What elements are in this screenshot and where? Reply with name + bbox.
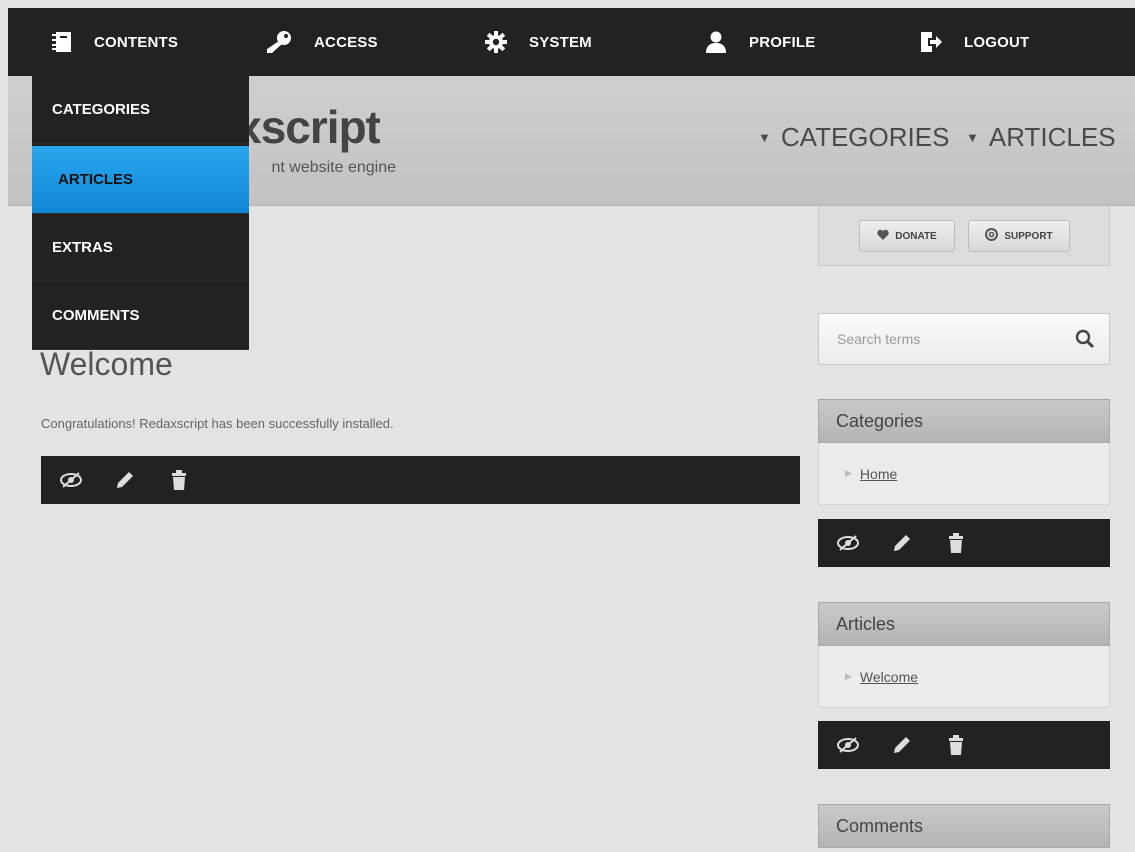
gear-icon bbox=[485, 31, 507, 53]
unpublish-icon[interactable] bbox=[59, 468, 83, 492]
donate-label: DONATE bbox=[895, 230, 937, 242]
comments-box-title: Comments bbox=[818, 804, 1110, 848]
articles-admin-toolbar bbox=[818, 721, 1110, 769]
unpublish-icon[interactable] bbox=[836, 531, 860, 555]
search-form bbox=[818, 313, 1110, 365]
book-icon bbox=[52, 31, 72, 53]
edit-pencil-icon[interactable] bbox=[113, 468, 137, 492]
logout-icon bbox=[920, 31, 942, 53]
admin-bar: CONTENTS ACCESS SYSTEM PROFILE LOGOUT bbox=[8, 8, 1135, 76]
admin-access-label: ACCESS bbox=[314, 33, 378, 51]
donate-button[interactable]: DONATE bbox=[859, 220, 955, 252]
search-icon[interactable] bbox=[1075, 329, 1095, 354]
unpublish-icon[interactable] bbox=[836, 733, 860, 757]
articles-box-title: Articles bbox=[818, 602, 1110, 646]
article-link-welcome[interactable]: Welcome bbox=[860, 669, 918, 685]
admin-profile-menu[interactable]: PROFILE bbox=[705, 8, 815, 76]
categories-box-title: Categories bbox=[818, 399, 1110, 443]
site-slogan: nt website engine bbox=[271, 159, 396, 176]
support-button[interactable]: SUPPORT bbox=[968, 220, 1070, 252]
key-icon bbox=[266, 31, 292, 53]
nav-categories-label: CATEGORIES bbox=[780, 122, 950, 152]
admin-access-menu[interactable]: ACCESS bbox=[266, 8, 378, 76]
edit-pencil-icon[interactable] bbox=[890, 733, 914, 757]
edit-pencil-icon[interactable] bbox=[890, 531, 914, 555]
admin-contents-menu[interactable]: CONTENTS bbox=[52, 8, 178, 76]
admin-logout-label: LOGOUT bbox=[964, 33, 1030, 51]
user-icon bbox=[705, 31, 727, 53]
article-admin-toolbar bbox=[41, 456, 800, 504]
nav-articles-label: ARTICLES bbox=[988, 122, 1116, 152]
contents-dropdown: CATEGORIES ARTICLES EXTRAS COMMENTS bbox=[32, 76, 249, 350]
triangle-down-icon: ▼ bbox=[966, 130, 979, 145]
search-input[interactable] bbox=[819, 314, 1059, 364]
lifebuoy-icon bbox=[985, 228, 999, 244]
admin-profile-label: PROFILE bbox=[749, 33, 816, 51]
arrow-right-icon: ▶ bbox=[845, 468, 852, 478]
support-label: SUPPORT bbox=[1004, 230, 1053, 242]
nav-categories-link[interactable]: ▼ CATEGORIES bbox=[758, 122, 949, 153]
articles-box-list: ▶ Welcome bbox=[818, 646, 1110, 708]
categories-admin-toolbar bbox=[818, 519, 1110, 567]
nav-articles-link[interactable]: ▼ ARTICLES bbox=[966, 122, 1116, 153]
trash-icon[interactable] bbox=[944, 733, 968, 757]
article-title: Welcome bbox=[40, 346, 173, 382]
categories-box-list: ▶ Home bbox=[818, 443, 1110, 505]
admin-logout-button[interactable]: LOGOUT bbox=[920, 8, 1029, 76]
dropdown-item-articles[interactable]: ARTICLES bbox=[32, 146, 249, 214]
dropdown-item-comments[interactable]: COMMENTS bbox=[32, 282, 249, 350]
heart-icon bbox=[877, 229, 889, 243]
dropdown-item-categories[interactable]: CATEGORIES bbox=[32, 76, 249, 144]
trash-icon[interactable] bbox=[167, 468, 191, 492]
donate-box: DONATE SUPPORT bbox=[818, 206, 1110, 266]
admin-contents-label: CONTENTS bbox=[94, 33, 179, 51]
category-link-home[interactable]: Home bbox=[860, 466, 897, 482]
admin-system-label: SYSTEM bbox=[529, 33, 592, 51]
arrow-right-icon: ▶ bbox=[845, 671, 852, 681]
triangle-down-icon: ▼ bbox=[758, 130, 771, 145]
admin-system-menu[interactable]: SYSTEM bbox=[485, 8, 592, 76]
dropdown-item-extras[interactable]: EXTRAS bbox=[32, 214, 249, 282]
trash-icon[interactable] bbox=[944, 531, 968, 555]
article-text: Congratulations! Redaxscript has been su… bbox=[41, 416, 394, 431]
